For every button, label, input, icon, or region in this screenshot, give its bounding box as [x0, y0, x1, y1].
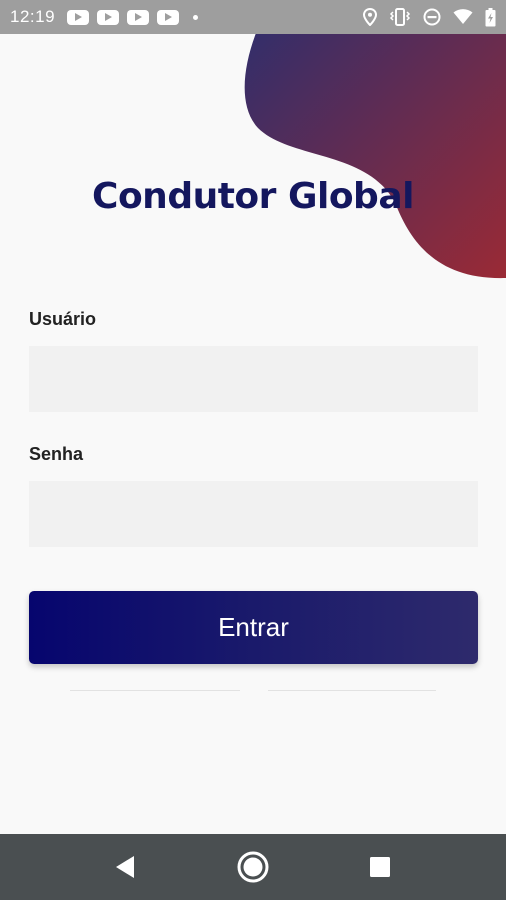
password-label: Senha [29, 444, 84, 464]
battery-icon [485, 7, 496, 26]
navigation-bar [0, 834, 506, 900]
dot-icon [193, 14, 199, 20]
youtube-icon [97, 9, 120, 25]
login-button[interactable]: Entrar [29, 591, 478, 664]
back-icon [116, 856, 134, 878]
system-icons [363, 0, 496, 34]
decorative-blob [244, 0, 506, 279]
username-label: Usuário [29, 309, 97, 329]
home-button[interactable] [223, 834, 283, 900]
status-bar: 12:19 [0, 0, 506, 34]
notification-icons [67, 9, 199, 25]
wifi-icon [453, 9, 473, 24]
username-field[interactable] [29, 346, 478, 412]
youtube-icon [127, 9, 150, 25]
password-field[interactable] [29, 481, 478, 547]
youtube-icon [157, 9, 180, 25]
location-icon [363, 8, 377, 26]
back-button[interactable] [96, 834, 156, 900]
recents-button[interactable] [350, 834, 410, 900]
divider-left [70, 690, 240, 691]
status-time: 12:19 [10, 7, 56, 26]
youtube-icon [67, 9, 90, 25]
recents-icon [370, 857, 390, 877]
do-not-disturb-icon [423, 8, 441, 26]
vibrate-icon [389, 8, 411, 26]
app-title: Condutor Global [92, 176, 414, 217]
divider-right [268, 690, 436, 691]
home-icon [237, 851, 269, 883]
